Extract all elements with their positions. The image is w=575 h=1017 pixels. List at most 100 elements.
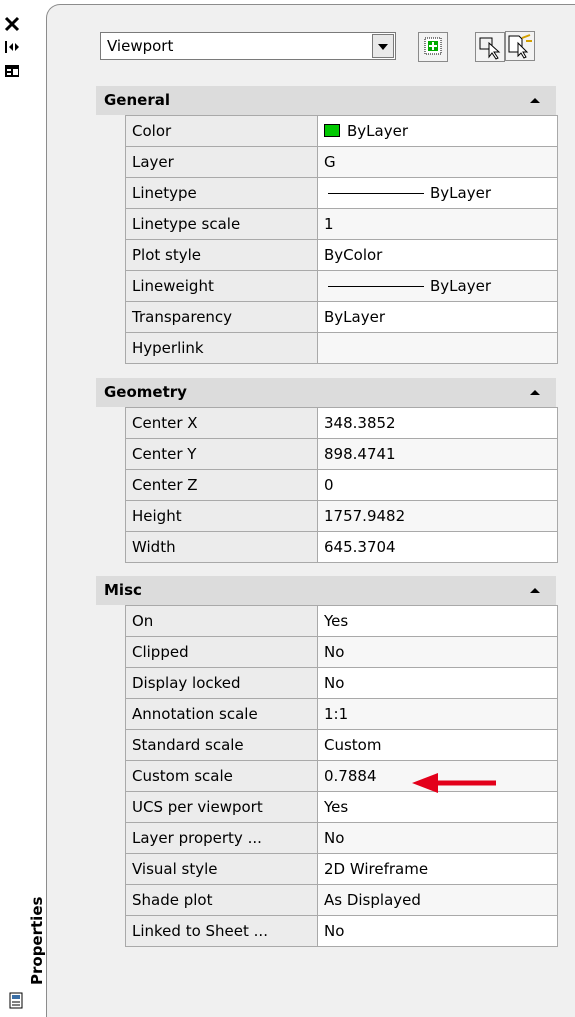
prop-value-center-x[interactable]: 348.3852 bbox=[317, 407, 558, 439]
quick-select-button[interactable] bbox=[505, 31, 535, 61]
prop-name: Plot style bbox=[125, 239, 318, 271]
prop-value-clipped[interactable]: No bbox=[317, 636, 558, 668]
prop-value-lineweight[interactable]: ByLayer bbox=[317, 270, 558, 302]
prop-value-text: ByLayer bbox=[430, 184, 491, 202]
section-title-general: General bbox=[104, 91, 170, 109]
prop-value-text: ByLayer bbox=[430, 277, 491, 295]
prop-value-width[interactable]: 645.3704 bbox=[317, 531, 558, 563]
prop-name: Display locked bbox=[125, 667, 318, 699]
close-icon[interactable] bbox=[4, 16, 20, 32]
prop-value-center-y[interactable]: 898.4741 bbox=[317, 438, 558, 470]
prop-value-hyperlink[interactable] bbox=[317, 332, 558, 364]
section-title-geometry: Geometry bbox=[104, 383, 187, 401]
prop-value-transparency[interactable]: ByLayer bbox=[317, 301, 558, 333]
prop-row-height[interactable]: Height 1757.9482 bbox=[125, 500, 558, 532]
object-type-dropdown[interactable]: Viewport bbox=[100, 32, 396, 60]
prop-row-layer-property[interactable]: Layer property ... No bbox=[125, 822, 558, 854]
geometry-properties-table: Center X 348.3852 Center Y 898.4741 Cent… bbox=[125, 407, 558, 563]
prop-row-standard-scale[interactable]: Standard scale Custom bbox=[125, 729, 558, 761]
prop-value-linked-to-sheet[interactable]: No bbox=[317, 915, 558, 947]
prop-name: Width bbox=[125, 531, 318, 563]
prop-value-display-locked[interactable]: No bbox=[317, 667, 558, 699]
prop-name: Center X bbox=[125, 407, 318, 439]
prop-row-visual-style[interactable]: Visual style 2D Wireframe bbox=[125, 853, 558, 885]
prop-value-center-z[interactable]: 0 bbox=[317, 469, 558, 501]
prop-row-hyperlink[interactable]: Hyperlink bbox=[125, 332, 558, 364]
prop-name: Transparency bbox=[125, 301, 318, 333]
prop-value-text: ByLayer bbox=[347, 122, 408, 140]
color-swatch-icon bbox=[324, 124, 340, 137]
section-header-misc[interactable]: Misc bbox=[96, 576, 556, 605]
prop-value-linetype-scale[interactable]: 1 bbox=[317, 208, 558, 240]
select-objects-button[interactable] bbox=[475, 32, 505, 62]
palette-title-strip: Properties bbox=[0, 0, 46, 1017]
collapse-caret-icon[interactable] bbox=[530, 98, 540, 103]
prop-value-linetype[interactable]: ByLayer bbox=[317, 177, 558, 209]
prop-row-width[interactable]: Width 645.3704 bbox=[125, 531, 558, 563]
prop-row-clipped[interactable]: Clipped No bbox=[125, 636, 558, 668]
lineweight-sample bbox=[328, 286, 424, 287]
prop-value-plot-style[interactable]: ByColor bbox=[317, 239, 558, 271]
pickadd-toggle-icon bbox=[424, 37, 442, 55]
prop-name: Clipped bbox=[125, 636, 318, 668]
prop-name: Visual style bbox=[125, 853, 318, 885]
prop-row-plot-style[interactable]: Plot style ByColor bbox=[125, 239, 558, 271]
prop-value-annotation-scale[interactable]: 1:1 bbox=[317, 698, 558, 730]
prop-row-lineweight[interactable]: Lineweight ByLayer bbox=[125, 270, 558, 302]
prop-name: Layer property ... bbox=[125, 822, 318, 854]
linetype-sample bbox=[328, 193, 424, 194]
prop-row-annotation-scale[interactable]: Annotation scale 1:1 bbox=[125, 698, 558, 730]
prop-row-layer[interactable]: Layer G bbox=[125, 146, 558, 178]
chevron-down-icon[interactable] bbox=[372, 34, 394, 58]
pickadd-toggle-button[interactable] bbox=[418, 32, 448, 62]
prop-name: Standard scale bbox=[125, 729, 318, 761]
prop-value-shade-plot[interactable]: As Displayed bbox=[317, 884, 558, 916]
prop-name: Annotation scale bbox=[125, 698, 318, 730]
prop-name: Shade plot bbox=[125, 884, 318, 916]
prop-row-center-x[interactable]: Center X 348.3852 bbox=[125, 407, 558, 439]
palette-title: Properties bbox=[28, 896, 46, 985]
prop-name: Hyperlink bbox=[125, 332, 318, 364]
quick-select-icon bbox=[508, 34, 532, 59]
prop-row-display-locked[interactable]: Display locked No bbox=[125, 667, 558, 699]
prop-name: Linetype bbox=[125, 177, 318, 209]
collapse-caret-icon[interactable] bbox=[530, 588, 540, 593]
section-header-geometry[interactable]: Geometry bbox=[96, 378, 556, 407]
red-arrow-icon bbox=[412, 773, 496, 793]
properties-menu-icon[interactable] bbox=[4, 64, 20, 78]
prop-value-color[interactable]: ByLayer bbox=[317, 115, 558, 147]
prop-row-linetype-scale[interactable]: Linetype scale 1 bbox=[125, 208, 558, 240]
prop-row-linetype[interactable]: Linetype ByLayer bbox=[125, 177, 558, 209]
prop-value-on[interactable]: Yes bbox=[317, 605, 558, 637]
prop-name: Linetype scale bbox=[125, 208, 318, 240]
prop-name: Custom scale bbox=[125, 760, 318, 792]
prop-row-color[interactable]: Color ByLayer bbox=[125, 115, 558, 147]
prop-row-on[interactable]: On Yes bbox=[125, 605, 558, 637]
prop-name: Layer bbox=[125, 146, 318, 178]
prop-name: Center Y bbox=[125, 438, 318, 470]
general-properties-table: Color ByLayer Layer G Linetype ByLayer L… bbox=[125, 115, 558, 364]
section-header-general[interactable]: General bbox=[96, 86, 556, 115]
properties-palette-icon bbox=[9, 992, 23, 1009]
prop-row-shade-plot[interactable]: Shade plot As Displayed bbox=[125, 884, 558, 916]
prop-name: On bbox=[125, 605, 318, 637]
prop-value-layer[interactable]: G bbox=[317, 146, 558, 178]
prop-row-linked-to-sheet[interactable]: Linked to Sheet ... No bbox=[125, 915, 558, 947]
auto-hide-icon[interactable] bbox=[4, 40, 20, 54]
prop-name: Lineweight bbox=[125, 270, 318, 302]
prop-name: UCS per viewport bbox=[125, 791, 318, 823]
prop-name: Linked to Sheet ... bbox=[125, 915, 318, 947]
prop-value-layer-property[interactable]: No bbox=[317, 822, 558, 854]
prop-value-visual-style[interactable]: 2D Wireframe bbox=[317, 853, 558, 885]
select-objects-icon bbox=[479, 37, 501, 60]
prop-value-standard-scale[interactable]: Custom bbox=[317, 729, 558, 761]
prop-name: Color bbox=[125, 115, 318, 147]
collapse-caret-icon[interactable] bbox=[530, 390, 540, 395]
section-title-misc: Misc bbox=[104, 581, 142, 599]
prop-name: Center Z bbox=[125, 469, 318, 501]
object-type-value: Viewport bbox=[107, 37, 174, 55]
prop-row-center-z[interactable]: Center Z 0 bbox=[125, 469, 558, 501]
prop-row-transparency[interactable]: Transparency ByLayer bbox=[125, 301, 558, 333]
prop-row-center-y[interactable]: Center Y 898.4741 bbox=[125, 438, 558, 470]
prop-value-height[interactable]: 1757.9482 bbox=[317, 500, 558, 532]
